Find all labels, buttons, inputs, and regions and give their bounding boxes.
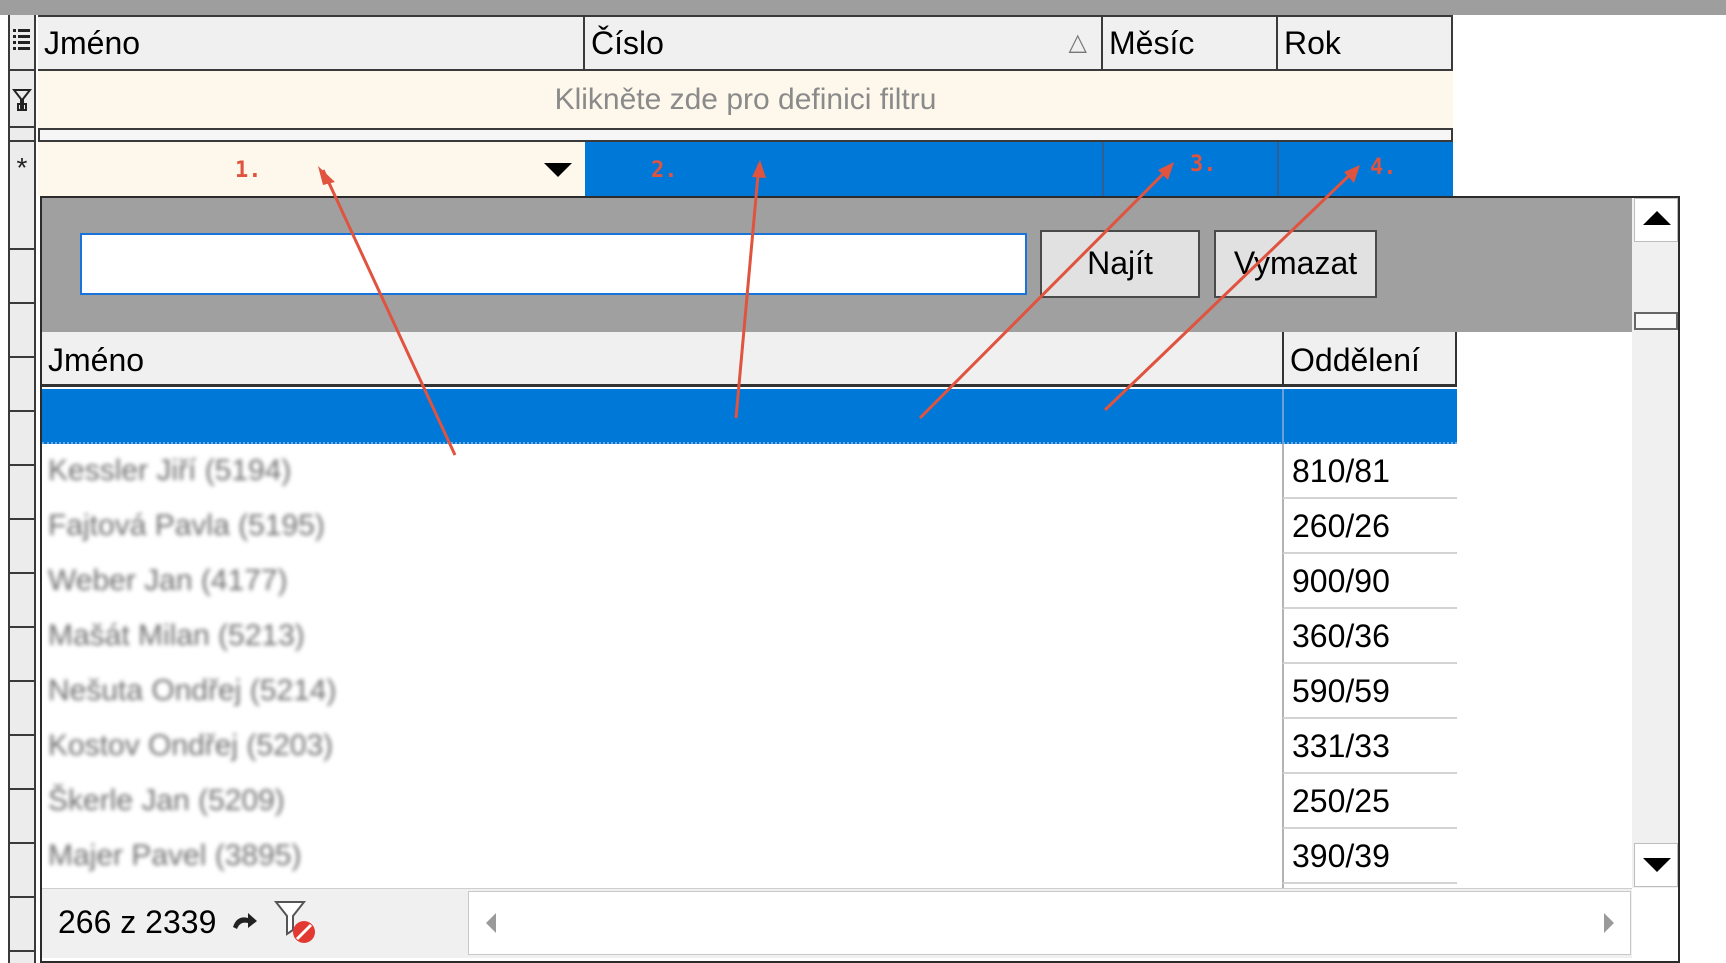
annotation-arrows bbox=[318, 160, 1360, 456]
annotation-arrow-2 bbox=[734, 163, 761, 419]
annotation-arrow-1 bbox=[321, 169, 457, 456]
annotation-arrow-4 bbox=[1103, 166, 1359, 412]
